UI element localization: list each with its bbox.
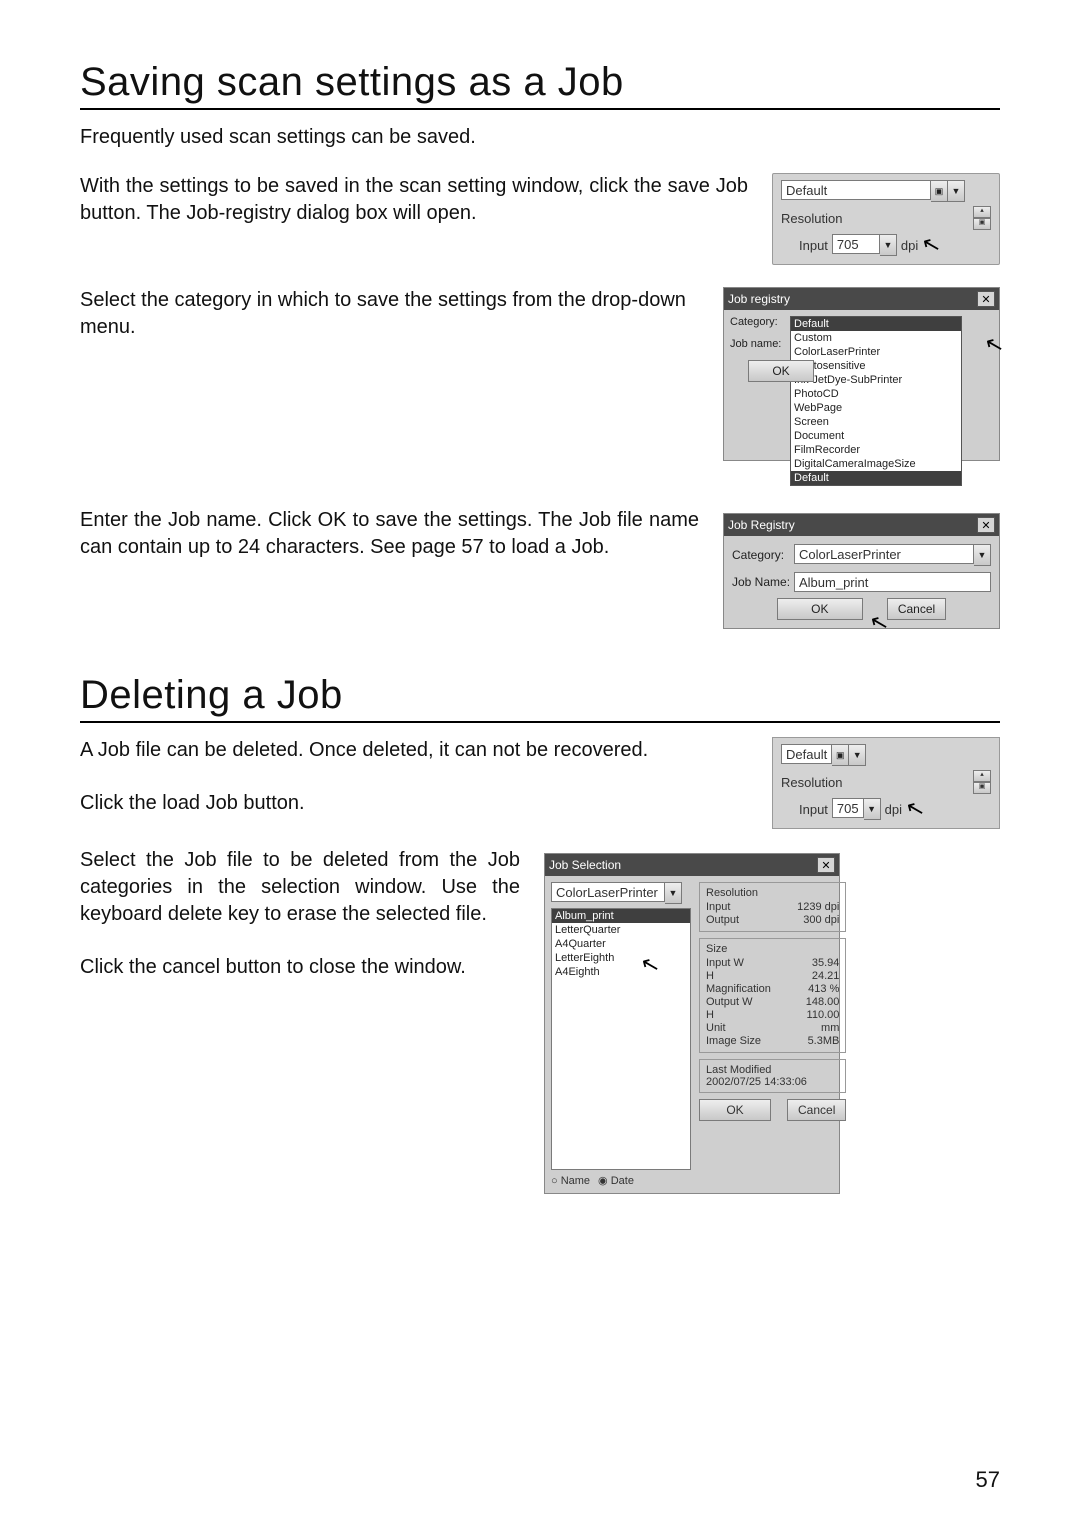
para: Click the load Job button. bbox=[80, 790, 748, 817]
down-button[interactable]: ▣ bbox=[973, 782, 991, 794]
dpi-label: dpi bbox=[885, 802, 902, 817]
close-icon[interactable]: ✕ bbox=[977, 517, 995, 533]
sort-name-radio[interactable]: ○ Name bbox=[551, 1175, 590, 1187]
jobname-label: Job Name: bbox=[732, 575, 794, 589]
heading-deleting: Deleting a Job bbox=[80, 673, 1000, 717]
para: Click the cancel button to close the win… bbox=[80, 954, 520, 981]
list-item[interactable]: PhotoCD bbox=[791, 387, 961, 401]
input-value[interactable]: 705 bbox=[832, 234, 880, 254]
category-label: Category: bbox=[730, 316, 790, 328]
resolution-label: Resolution bbox=[781, 211, 842, 226]
list-item[interactable]: LetterQuarter bbox=[552, 923, 690, 937]
group-size: Size Input W35.94 H24.21 Magnification41… bbox=[699, 938, 846, 1053]
heading-saving: Saving scan settings as a Job bbox=[80, 60, 1000, 104]
figure-job-selection: Job Selection ✕ ColorLaserPrinter ▼ Albu… bbox=[544, 853, 840, 1194]
close-icon[interactable]: ✕ bbox=[977, 291, 995, 307]
figure-scan-settings-top: Default ▣ ▼ Resolution ▴▣ Input 705 ▼ bbox=[772, 173, 1000, 265]
resolution-label: Resolution bbox=[781, 775, 842, 790]
list-item[interactable]: Default bbox=[791, 471, 961, 485]
dialog-title: Job Selection bbox=[549, 858, 621, 872]
category-label: Category: bbox=[732, 548, 794, 562]
cursor-icon: ↖ bbox=[903, 794, 928, 824]
jobname-input[interactable]: Album_print bbox=[794, 572, 991, 592]
list-item[interactable]: Document bbox=[791, 429, 961, 443]
category-field[interactable]: ColorLaserPrinter bbox=[794, 544, 974, 564]
list-item[interactable]: LetterEighth bbox=[552, 951, 690, 965]
sort-date-radio[interactable]: ◉ Date bbox=[598, 1174, 634, 1187]
category-field[interactable]: Default bbox=[781, 744, 832, 764]
list-item[interactable]: Screen bbox=[791, 415, 961, 429]
para: A Job file can be deleted. Once deleted,… bbox=[80, 737, 748, 764]
list-item[interactable]: WebPage bbox=[791, 401, 961, 415]
close-icon[interactable]: ✕ bbox=[817, 857, 835, 873]
group-last-modified: Last Modified 2002/07/25 14:33:06 bbox=[699, 1059, 846, 1093]
list-item[interactable]: DigitalCameraImageSize bbox=[791, 457, 961, 471]
figure-job-registry: Job Registry ✕ Category: ColorLaserPrint… bbox=[723, 513, 1000, 629]
para: Select the Job file to be deleted from t… bbox=[80, 847, 520, 928]
para: Select the category in which to save the… bbox=[80, 287, 699, 341]
category-dropdown-open[interactable]: Default Custom ColorLaserPrinter Photose… bbox=[790, 316, 962, 486]
list-item[interactable]: A4Quarter bbox=[552, 937, 690, 951]
cancel-button[interactable]: Cancel bbox=[787, 1099, 846, 1121]
list-item[interactable]: Default bbox=[791, 317, 961, 331]
cancel-button[interactable]: Cancel bbox=[887, 598, 946, 620]
chevron-down-icon[interactable]: ▼ bbox=[880, 234, 897, 256]
list-item[interactable]: Ink-JetDye-SubPrinter bbox=[791, 373, 961, 387]
down-button[interactable]: ▣ bbox=[973, 218, 991, 230]
ok-button[interactable]: OK bbox=[748, 360, 814, 382]
category-field[interactable]: Default bbox=[781, 180, 931, 200]
chevron-down-icon[interactable]: ▼ bbox=[974, 544, 991, 566]
para: Enter the Job name. Click OK to save the… bbox=[80, 507, 699, 561]
ok-button[interactable]: OK bbox=[699, 1099, 771, 1121]
cursor-icon: ↖ bbox=[919, 230, 944, 260]
para: Frequently used scan settings can be sav… bbox=[80, 124, 1000, 151]
list-item[interactable]: Custom bbox=[791, 331, 961, 345]
dialog-title: Job registry bbox=[728, 292, 790, 306]
fit-button[interactable]: ▣ bbox=[832, 744, 849, 766]
dialog-title: Job Registry bbox=[728, 518, 795, 532]
chevron-down-icon[interactable]: ▼ bbox=[849, 744, 866, 766]
up-button[interactable]: ▴ bbox=[973, 770, 991, 782]
input-value[interactable]: 705 bbox=[832, 798, 864, 818]
list-item[interactable]: A4Eighth bbox=[552, 965, 690, 979]
group-resolution: Resolution Input1239 dpi Output300 dpi bbox=[699, 882, 846, 932]
list-item[interactable]: FilmRecorder bbox=[791, 443, 961, 457]
page-number: 57 bbox=[976, 1467, 1000, 1493]
figure-scan-settings-bottom: Default ▣ ▼ Resolution ▴▣ Input 705 ▼ bbox=[772, 737, 1000, 829]
rule bbox=[80, 108, 1000, 110]
chevron-down-icon[interactable]: ▼ bbox=[864, 798, 881, 820]
list-item[interactable]: ColorLaserPrinter bbox=[791, 345, 961, 359]
rule bbox=[80, 721, 1000, 723]
input-label: Input bbox=[799, 802, 828, 817]
jobname-label: Job name: bbox=[730, 338, 790, 350]
input-label: Input bbox=[799, 238, 828, 253]
category-field[interactable]: ColorLaserPrinter bbox=[551, 882, 665, 902]
dpi-label: dpi bbox=[901, 238, 918, 253]
fit-button[interactable]: ▣ bbox=[931, 180, 948, 202]
up-button[interactable]: ▴ bbox=[973, 206, 991, 218]
list-item[interactable]: Album_print bbox=[552, 909, 690, 923]
para: With the settings to be saved in the sca… bbox=[80, 173, 748, 227]
job-list[interactable]: Album_print LetterQuarter A4Quarter Lett… bbox=[551, 908, 691, 1170]
figure-job-registry-dropdown: Job registry ✕ Category: Default Custom … bbox=[723, 287, 1000, 461]
list-item[interactable]: Photosensitive bbox=[791, 359, 961, 373]
ok-button[interactable]: OK bbox=[777, 598, 863, 620]
chevron-down-icon[interactable]: ▼ bbox=[948, 180, 965, 202]
chevron-down-icon[interactable]: ▼ bbox=[665, 882, 682, 904]
